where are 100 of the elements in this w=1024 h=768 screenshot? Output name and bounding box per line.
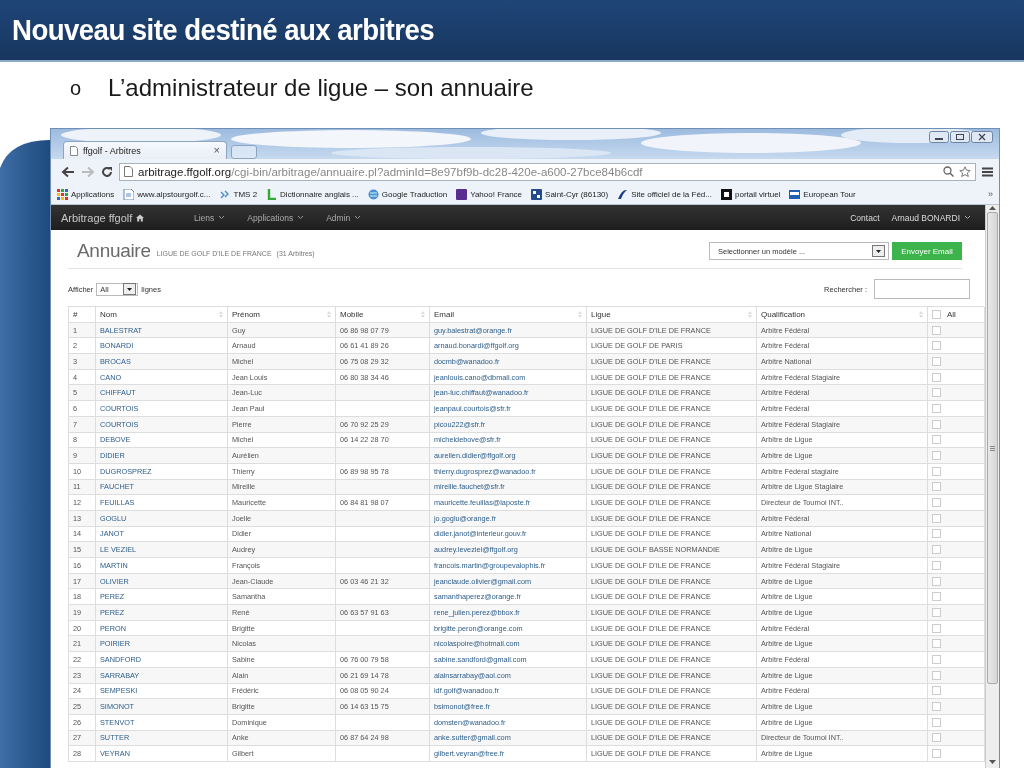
checkbox[interactable]: [932, 498, 941, 508]
new-tab-button[interactable]: [231, 145, 257, 159]
home-icon: [136, 213, 145, 222]
sort-icon: [919, 310, 923, 318]
column-header[interactable]: Nom: [96, 307, 228, 323]
checkbox[interactable]: [932, 309, 941, 319]
sort-icon: [327, 310, 331, 318]
checkbox[interactable]: [932, 560, 941, 570]
sort-icon: [578, 310, 582, 318]
checkbox[interactable]: [932, 435, 941, 445]
column-header[interactable]: Ligue: [587, 307, 757, 323]
swoosh-icon: [617, 188, 629, 200]
url-text: arbitrage.ffgolf.org/cgi-bin/arbitrage/annuaire.pl?adminId=8e97bf9b-dc28-420e-a600-27bce84b6cdf: [138, 165, 644, 178]
reload-icon[interactable]: [101, 165, 113, 178]
checkbox[interactable]: [932, 529, 941, 539]
page-title: Annuaire: [77, 240, 151, 262]
l-shape-icon: [266, 188, 278, 200]
checkbox[interactable]: [932, 623, 941, 633]
bullet-marker: o: [70, 76, 83, 100]
slide-title: Nouveau site destiné aux arbitres: [12, 13, 434, 47]
checkbox[interactable]: [932, 403, 941, 413]
page-icon: [124, 166, 133, 177]
checkbox[interactable]: [932, 482, 941, 492]
square-icon: [531, 188, 543, 200]
sort-icon: [421, 310, 425, 318]
user-menu[interactable]: Arnaud BONARDI: [891, 212, 971, 223]
checkbox[interactable]: [932, 325, 941, 335]
menu-item[interactable]: Admin: [326, 212, 362, 223]
back-arrow-icon[interactable]: [61, 165, 75, 178]
caret-icon: [297, 215, 305, 220]
bookmark[interactable]: Saint-Cyr (86130): [531, 188, 609, 200]
checkbox[interactable]: [932, 451, 941, 461]
checkbox[interactable]: [932, 686, 941, 696]
brand-link[interactable]: Arbitrage ffgolf: [61, 211, 194, 224]
checkbox[interactable]: [932, 607, 941, 617]
caret-icon: [218, 215, 226, 220]
bookmark[interactable]: Site officiel de la Féd...: [617, 188, 712, 200]
column-header[interactable]: Qualification: [757, 307, 928, 323]
bookmark[interactable]: portail virtuel: [721, 188, 781, 200]
caret-icon: [964, 215, 971, 220]
checkbox[interactable]: [932, 576, 941, 586]
menu-item[interactable]: Applications: [247, 212, 305, 223]
checkbox[interactable]: [932, 513, 941, 523]
checkbox[interactable]: [932, 592, 941, 602]
search-icon[interactable]: [943, 166, 954, 177]
column-header[interactable]: Email: [430, 307, 587, 323]
caret-icon: [354, 215, 362, 220]
sort-icon: [748, 310, 752, 318]
column-header: #: [69, 307, 96, 323]
column-header[interactable]: Mobile: [336, 307, 430, 323]
grid-icon: [57, 188, 68, 200]
contact-link[interactable]: Contact: [850, 212, 880, 223]
menu-item[interactable]: Liens: [194, 212, 226, 223]
dropdown-arrow-icon: [876, 249, 881, 253]
square-icon: [456, 188, 468, 200]
checkbox[interactable]: [932, 419, 941, 429]
sort-icon: [219, 310, 223, 318]
checkbox[interactable]: [932, 388, 941, 398]
checkbox[interactable]: [932, 654, 941, 664]
scroll-down-icon: [989, 760, 996, 765]
checkbox[interactable]: [932, 372, 941, 382]
close-button[interactable]: [971, 131, 993, 143]
bookmark[interactable]: Dictionnaire anglais ...: [266, 188, 359, 200]
star-icon[interactable]: [959, 165, 971, 178]
search-field[interactable]: [874, 279, 970, 299]
bookmark[interactable]: www.alpstourgolf.c...: [123, 188, 211, 200]
checkbox[interactable]: [932, 466, 941, 476]
menu-icon[interactable]: [982, 166, 993, 177]
checkbox[interactable]: [932, 717, 941, 727]
column-header[interactable]: Prénom: [228, 307, 336, 323]
forward-arrow-icon[interactable]: [81, 165, 95, 178]
checkbox[interactable]: [932, 702, 941, 712]
flag-icon: [789, 188, 801, 200]
browser-tab[interactable]: ffgolf - Arbitres ×: [63, 141, 227, 159]
checkbox[interactable]: [932, 341, 941, 351]
bookmark[interactable]: Google Traduction: [367, 188, 448, 200]
close-tab-button[interactable]: ×: [213, 145, 220, 156]
checkbox[interactable]: [932, 733, 941, 743]
scrollbar[interactable]: [985, 205, 999, 768]
checkbox[interactable]: [932, 356, 941, 366]
page-icon: [70, 145, 78, 156]
checkbox[interactable]: [932, 670, 941, 680]
checkbox[interactable]: [932, 749, 941, 759]
address-field[interactable]: arbitrage.ffgolf.org/cgi-bin/arbitrage/annuaire.pl?adminId=8e97bf9b-dc28-420e-a600-27bce84b6cdf: [119, 162, 976, 181]
bullet-text: L’administrateur de ligue – son annuaire: [108, 74, 534, 102]
bookmark[interactable]: TMS 2: [219, 188, 258, 200]
checkbox[interactable]: [932, 545, 941, 555]
checkbox[interactable]: [932, 639, 941, 649]
grip-icon: [990, 445, 995, 451]
bookmark[interactable]: Applications: [57, 188, 115, 200]
bookmark[interactable]: Yahoo! France: [456, 188, 523, 200]
globe-icon: [367, 188, 379, 200]
page-icon: [123, 188, 135, 200]
column-header: All: [947, 309, 956, 319]
square-icon: [721, 188, 732, 200]
minimize-button[interactable]: [929, 131, 949, 143]
more-bookmarks-button[interactable]: »: [988, 189, 993, 199]
maximize-button[interactable]: [950, 131, 970, 143]
bookmark[interactable]: European Tour: [789, 188, 856, 200]
scrollbar-thumb[interactable]: [987, 212, 998, 684]
